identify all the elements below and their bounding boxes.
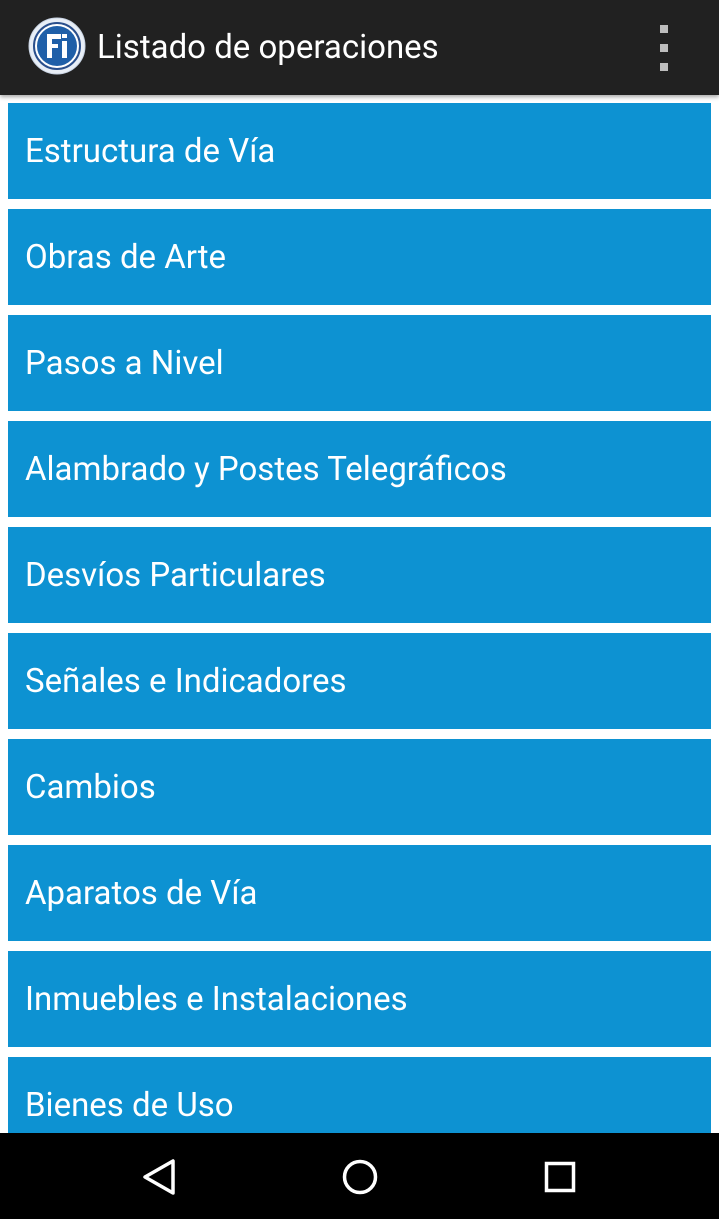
list-item[interactable]: Cambios — [8, 739, 711, 835]
list-item-label: Alambrado y Postes Telegráficos — [25, 449, 507, 489]
list-item-label: Bienes de Uso — [25, 1085, 234, 1125]
list-item[interactable]: Aparatos de Vía — [8, 845, 711, 941]
back-triangle-icon — [143, 1159, 175, 1195]
list-item[interactable]: Desvíos Particulares — [8, 527, 711, 623]
system-navigation-bar — [0, 1133, 719, 1219]
list-item-label: Obras de Arte — [25, 237, 227, 277]
list-item[interactable]: Bienes de Uso — [8, 1057, 711, 1133]
list-item-label: Estructura de Vía — [25, 131, 276, 171]
page-title: Listado de operaciones — [97, 28, 439, 67]
app-logo-icon — [28, 17, 86, 75]
more-vert-icon[interactable] — [649, 25, 679, 71]
list-item-label: Pasos a Nivel — [25, 343, 224, 383]
list-item[interactable]: Alambrado y Postes Telegráficos — [8, 421, 711, 517]
list-item-label: Cambios — [25, 767, 156, 807]
list-item[interactable]: Inmuebles e Instalaciones — [8, 951, 711, 1047]
home-button[interactable] — [335, 1152, 385, 1202]
menu-dot — [660, 44, 668, 52]
menu-dot — [660, 25, 668, 33]
recents-square-icon — [544, 1161, 576, 1193]
operations-list-container[interactable]: Estructura de Vía Obras de Arte Pasos a … — [0, 95, 719, 1133]
list-item-label: Aparatos de Vía — [25, 873, 258, 913]
recents-button[interactable] — [535, 1152, 585, 1202]
list-item[interactable]: Obras de Arte — [8, 209, 711, 305]
list-item-label: Desvíos Particulares — [25, 555, 326, 595]
list-item-label: Señales e Indicadores — [25, 661, 347, 701]
menu-dot — [660, 63, 668, 71]
operations-list: Estructura de Vía Obras de Arte Pasos a … — [0, 95, 719, 1133]
list-item-label: Inmuebles e Instalaciones — [25, 979, 408, 1019]
list-item[interactable]: Estructura de Vía — [8, 103, 711, 199]
list-item[interactable]: Señales e Indicadores — [8, 633, 711, 729]
back-button[interactable] — [135, 1152, 185, 1202]
app-toolbar: Listado de operaciones — [0, 0, 719, 95]
list-item[interactable]: Pasos a Nivel — [8, 315, 711, 411]
app-window: Listado de operaciones Estructura de Vía… — [0, 0, 719, 1219]
home-circle-icon — [342, 1159, 378, 1195]
